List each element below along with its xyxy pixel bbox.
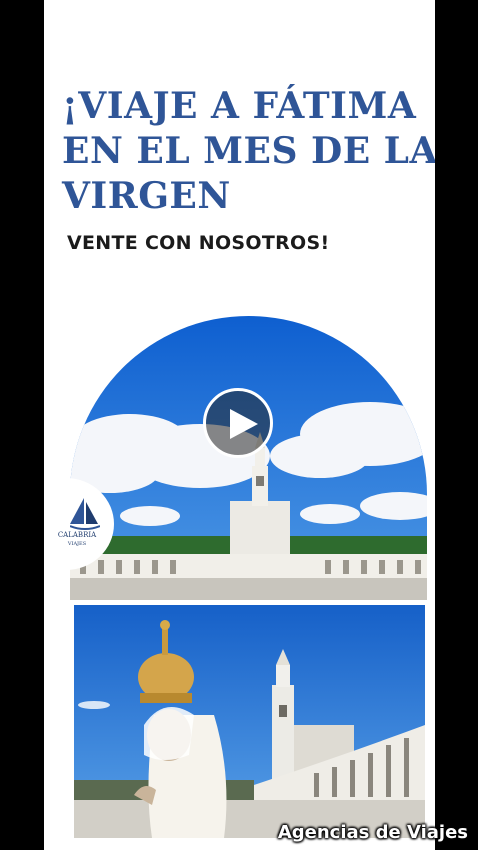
headline-line-3: VIRGEN	[62, 175, 231, 217]
sailboat-icon	[70, 498, 100, 530]
headline-line-2: EN EL MES DE LA	[62, 130, 435, 172]
logo-tagline: VIAJES	[67, 541, 87, 547]
headline: ¡VIAJE A FÁTIMA EN EL MES DE LA VIRGEN	[62, 84, 435, 219]
play-button[interactable]	[203, 388, 273, 458]
watermark: Agencias de Viajes	[277, 822, 468, 843]
play-icon	[230, 409, 258, 439]
subtitle: VENTE CON NOSOTROS!	[67, 232, 330, 254]
virgin-statue-photo	[74, 605, 425, 838]
logo-name: CALABRIA	[57, 531, 97, 539]
headline-line-1: ¡VIAJE A FÁTIMA	[62, 85, 417, 127]
sanctuary-photo	[70, 316, 427, 600]
logo-text: CALABRIA VIAJES	[50, 531, 104, 549]
